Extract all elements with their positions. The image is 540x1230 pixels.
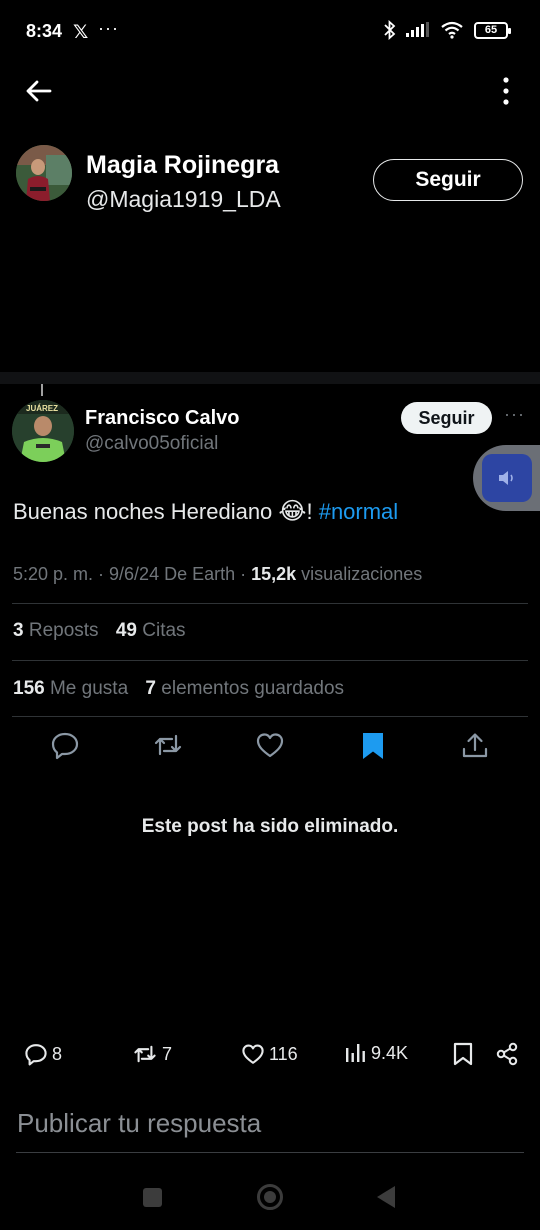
follow-button-profile[interactable]: Seguir	[373, 159, 523, 201]
profile-name: Magia Rojinegra	[86, 151, 280, 179]
bottom-views-count: 9.4K	[371, 1042, 409, 1063]
tweet-metadata: 5:20 p. m. · 9/6/24 De Earth · 15,2k vis…	[13, 564, 422, 585]
reply-icon	[51, 732, 79, 760]
share-button[interactable]	[460, 730, 490, 760]
bottom-bookmark-button[interactable]	[452, 1042, 474, 1066]
like-button[interactable]	[255, 730, 285, 760]
bottom-reply-count: 8	[52, 1043, 63, 1064]
profile-handle: @Magia1919_LDA	[86, 186, 281, 212]
reply-input-underline	[16, 1152, 524, 1153]
author-avatar-image: JUÁREZ	[12, 400, 74, 462]
heart-icon	[242, 1044, 264, 1064]
deleted-post-notice: Este post ha sido eliminado.	[141, 816, 399, 837]
bookmark-outline-icon	[453, 1042, 473, 1066]
system-back-button[interactable]	[377, 1186, 395, 1208]
tweet-more-icon[interactable]: ···	[504, 404, 525, 425]
divider	[12, 603, 528, 604]
quotes-count[interactable]: 49	[116, 620, 137, 641]
laughing-emoji-icon: 😂	[278, 498, 307, 525]
battery-icon: 65	[474, 21, 511, 39]
tweet-text: Buenas noches Herediano 😂! #normal	[13, 497, 398, 526]
bottom-share-button[interactable]	[495, 1042, 519, 1066]
bottom-views-button[interactable]: 9.4K	[345, 1042, 408, 1064]
heart-icon	[256, 733, 284, 758]
likes-count[interactable]: 156	[13, 678, 45, 699]
status-time: 8:34	[26, 21, 63, 41]
share-icon	[462, 733, 488, 758]
follow-button-author[interactable]: Seguir	[401, 402, 492, 434]
more-notifications-icon: ···	[98, 18, 119, 38]
views-chart-icon	[346, 1044, 365, 1062]
bookmark-icon	[363, 733, 383, 759]
svg-text:JUÁREZ: JUÁREZ	[26, 404, 58, 413]
home-button[interactable]	[257, 1184, 283, 1210]
signal-icon	[406, 22, 429, 37]
tweet-text-body: Buenas noches Herediano	[13, 499, 279, 524]
tweet-actions	[0, 730, 540, 764]
bookmark-button[interactable]	[358, 730, 388, 760]
share-nodes-icon	[496, 1042, 518, 1066]
wifi-icon	[441, 21, 463, 39]
repost-icon	[154, 734, 182, 756]
bottom-engagement-bar: 8 7 116 9.4K	[0, 1042, 540, 1072]
views-label: visualizaciones	[296, 564, 423, 584]
tweet-timestamp-source: 5:20 p. m. · 9/6/24 De Earth ·	[13, 564, 252, 584]
thread-connector	[41, 384, 43, 396]
arrow-left-icon	[26, 80, 52, 102]
divider	[12, 716, 528, 717]
section-divider	[0, 372, 540, 384]
hashtag-link[interactable]: #normal	[319, 499, 398, 524]
repost-icon	[134, 1045, 156, 1063]
bottom-reply-button[interactable]: 8	[24, 1042, 62, 1066]
reposts-quotes-row: 3 Reposts 49 Citas	[13, 620, 186, 642]
views-count: 15,2k	[251, 564, 297, 584]
author-handle: @calvo05oficial	[85, 433, 219, 454]
quotes-label[interactable]: Citas	[142, 620, 185, 641]
author-name: Francisco Calvo	[85, 407, 240, 429]
reply-input[interactable]: Publicar tu respuesta	[17, 1108, 261, 1139]
reply-icon	[25, 1044, 47, 1066]
tweet-text-punctuation: !	[306, 499, 319, 524]
recent-apps-button[interactable]	[143, 1188, 162, 1207]
divider	[12, 660, 528, 661]
bluetooth-icon	[384, 20, 396, 40]
avatar-image	[16, 145, 72, 201]
bottom-like-button[interactable]: 116	[241, 1042, 298, 1066]
reposts-label[interactable]: Reposts	[29, 620, 99, 641]
bottom-like-count: 116	[269, 1043, 298, 1064]
bookmarks-count[interactable]: 7	[145, 678, 156, 699]
author-avatar[interactable]: JUÁREZ	[12, 400, 74, 462]
bottom-repost-count: 7	[162, 1043, 173, 1064]
bookmarks-label[interactable]: elementos guardados	[161, 678, 344, 699]
floating-sound-widget[interactable]	[473, 445, 540, 511]
status-icons: 65	[384, 20, 511, 40]
speaker-icon	[482, 454, 532, 502]
repost-button[interactable]	[153, 730, 183, 760]
reposts-count[interactable]: 3	[13, 620, 24, 641]
likes-label[interactable]: Me gusta	[50, 678, 128, 699]
x-logo-icon: 𝕏	[73, 22, 89, 43]
bottom-repost-button[interactable]: 7	[132, 1042, 172, 1066]
status-bar: 8:34 𝕏 ··· 65	[0, 0, 540, 64]
back-button[interactable]	[22, 74, 56, 108]
likes-bookmarks-row: 156 Me gusta 7 elementos guardados	[13, 678, 344, 700]
profile-avatar[interactable]	[16, 145, 72, 201]
reply-button[interactable]	[50, 730, 80, 760]
more-options-button[interactable]	[498, 74, 514, 108]
vertical-dots-icon	[503, 77, 509, 105]
